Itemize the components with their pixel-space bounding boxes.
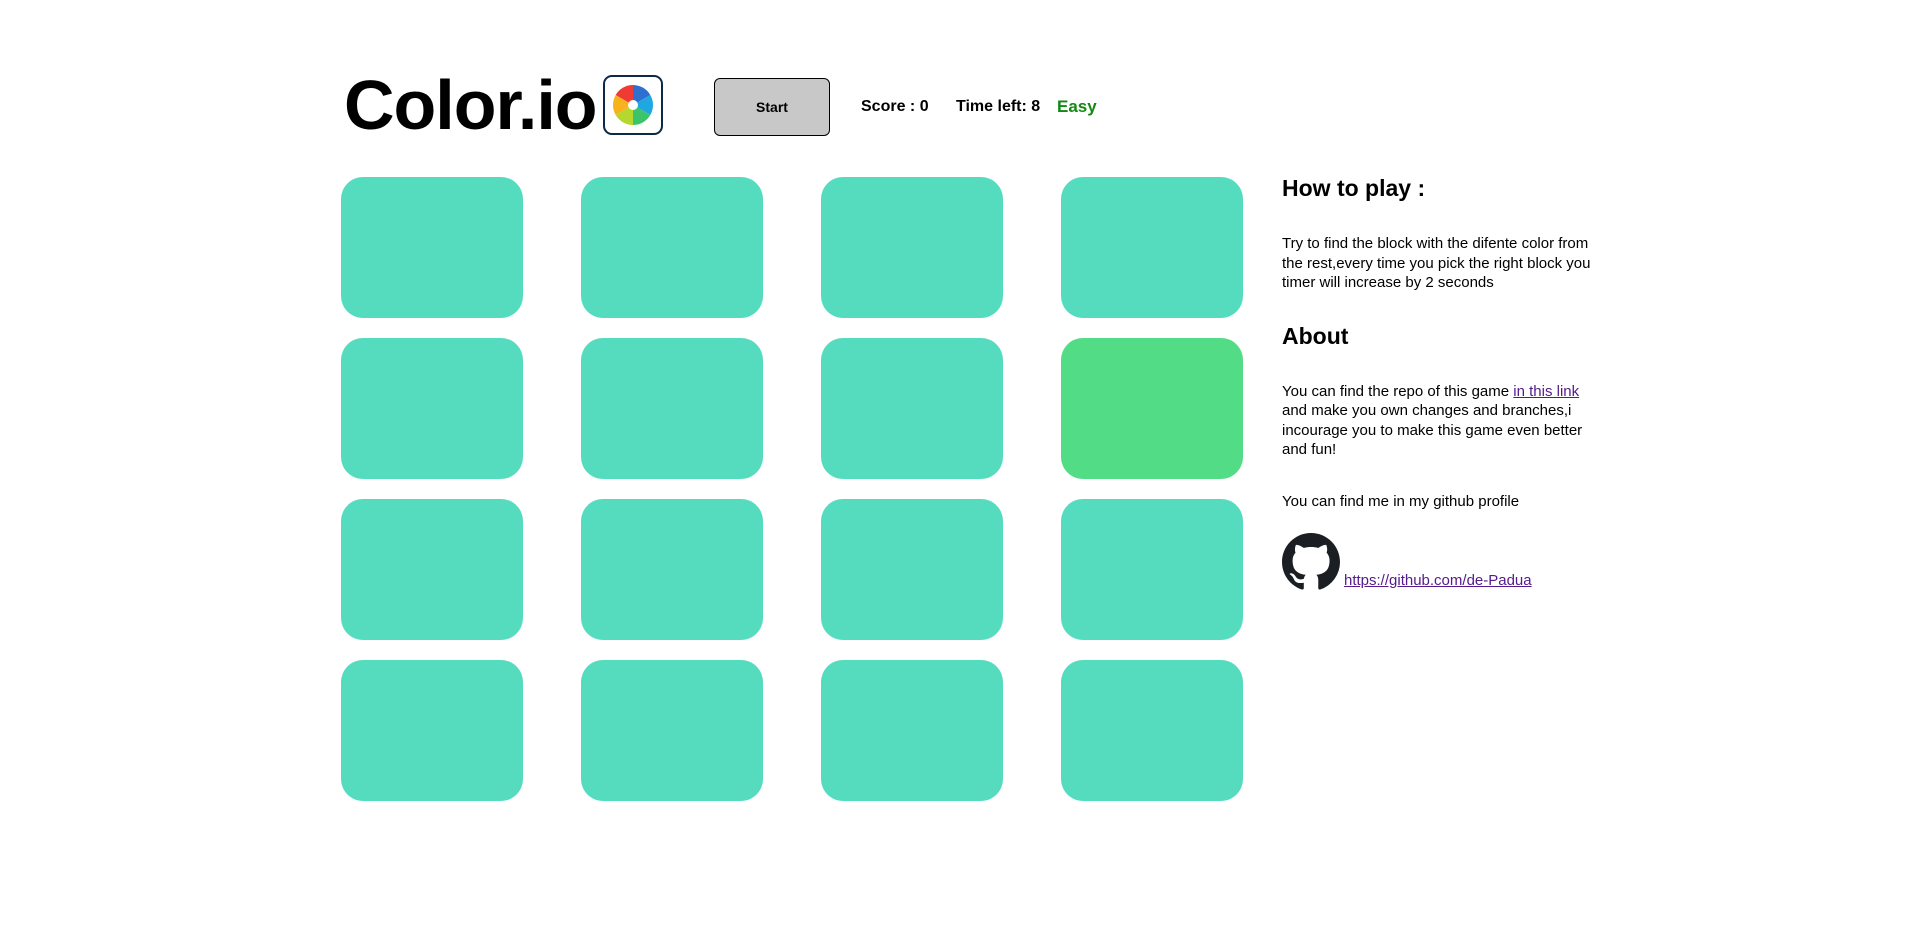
color-block[interactable] [341, 499, 523, 640]
color-block[interactable] [341, 338, 523, 479]
color-block[interactable] [821, 177, 1003, 318]
score-display: Score : 0 [861, 98, 929, 115]
github-row: https://github.com/de-Padua [1282, 533, 1597, 591]
color-block[interactable] [581, 177, 763, 318]
color-block[interactable] [1061, 338, 1243, 479]
app-title: Color.io [344, 66, 598, 144]
start-button[interactable]: Start [714, 78, 830, 136]
header: Color.io [344, 60, 663, 150]
github-profile-text: You can find me in my github profile [1282, 492, 1520, 510]
github-icon[interactable] [1282, 533, 1340, 591]
color-block[interactable] [1061, 499, 1243, 640]
color-block[interactable] [581, 499, 763, 640]
color-block[interactable] [821, 660, 1003, 801]
color-block[interactable] [821, 499, 1003, 640]
color-block[interactable] [821, 338, 1003, 479]
sidebar: How to play : Try to find the block with… [1282, 172, 1597, 591]
how-to-play-text: Try to find the block with the difente c… [1282, 235, 1591, 291]
color-grid [341, 177, 1243, 801]
how-to-play-title: How to play : [1282, 175, 1426, 201]
about-text-before: You can find the repo of this game [1282, 382, 1514, 400]
color-block[interactable] [1061, 177, 1243, 318]
about-text: You can find the repo of this game in th… [1282, 382, 1597, 460]
about-text-after: and make you own changes and branches,i … [1282, 402, 1583, 458]
color-block[interactable] [341, 177, 523, 318]
about-title: About [1282, 322, 1349, 349]
color-block[interactable] [341, 660, 523, 801]
color-block[interactable] [581, 338, 763, 479]
difficulty-label: Easy [1057, 97, 1097, 116]
repo-link[interactable]: in this link [1513, 383, 1579, 400]
github-profile-link[interactable]: https://github.com/de-Padua [1344, 572, 1532, 589]
color-block[interactable] [581, 660, 763, 801]
color-wheel-icon [602, 75, 663, 135]
time-left-display: Time left: 8 [956, 98, 1041, 115]
color-block[interactable] [1061, 660, 1243, 801]
